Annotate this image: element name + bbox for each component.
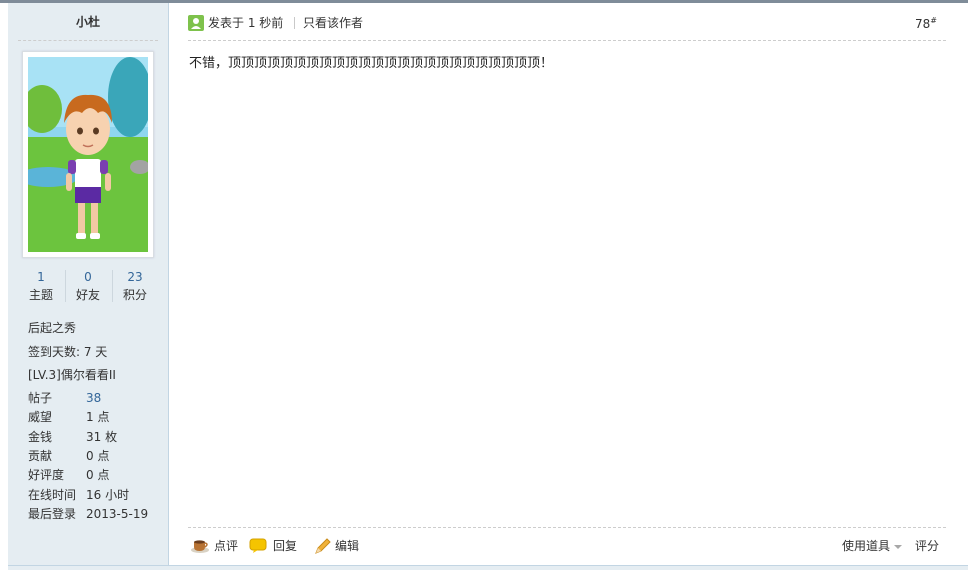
caret-down-icon — [894, 544, 903, 549]
avatar[interactable] — [22, 51, 154, 258]
floor-number[interactable]: 78# — [915, 16, 937, 31]
detail-value: 0 点 — [86, 468, 110, 482]
floor-mark: # — [930, 16, 937, 25]
edit-button[interactable]: 编辑 — [314, 537, 366, 555]
detail-value[interactable]: 38 — [86, 391, 101, 405]
stat-points-value: 23 — [127, 270, 143, 284]
stat-friends[interactable]: 0 好友 — [65, 268, 111, 304]
detail-key: 好评度 — [28, 468, 65, 482]
reply-label: 回复 — [273, 539, 298, 553]
floor-number-value: 78 — [915, 17, 931, 31]
checkin-days: 签到天数: 7 天 — [28, 345, 108, 359]
reply-button[interactable]: 回复 — [249, 537, 301, 555]
detail-posts: 帖子 38 — [28, 389, 101, 406]
stat-points-label: 积分 — [122, 288, 147, 302]
stat-friends-value: 0 — [84, 270, 92, 284]
detail-last-login: 最后登录 2013-5-19 — [28, 505, 148, 522]
detail-value: 31 枚 — [86, 430, 118, 444]
rate-button[interactable]: 评分 — [915, 537, 939, 555]
detail-key: 最后登录 — [28, 507, 77, 521]
bottom-border — [8, 565, 968, 570]
divider — [188, 40, 946, 41]
detail-key: 在线时间 — [28, 488, 77, 502]
detail-key: 威望 — [28, 410, 53, 424]
author-sidebar: 小杜 1 主题 0 好友 23 积分 后起之秀 签到天数: 7 天 [LV.3]… — [8, 3, 169, 565]
post-time: 发表于 1 秒前 — [208, 16, 284, 30]
only-author-link[interactable]: 只看该作者 — [303, 15, 363, 31]
post-content: 不错，顶顶顶顶顶顶顶顶顶顶顶顶顶顶顶顶顶顶顶顶顶顶顶顶！ — [189, 56, 554, 71]
author-name[interactable]: 小杜 — [8, 3, 168, 39]
stat-threads[interactable]: 1 主题 — [18, 268, 64, 304]
detail-key: 金钱 — [28, 430, 53, 444]
stat-friends-label: 好友 — [75, 288, 100, 302]
stat-points[interactable]: 23 积分 — [112, 268, 158, 304]
divider — [294, 17, 295, 29]
detail-value: 2013-5-19 — [86, 507, 149, 521]
detail-value: 16 小时 — [86, 488, 130, 502]
detail-value: 0 点 — [86, 449, 110, 463]
pencil-icon — [314, 538, 332, 559]
comment-button[interactable]: 点评 — [190, 537, 242, 555]
edit-label: 编辑 — [335, 539, 360, 553]
detail-value: 1 点 — [86, 410, 110, 424]
divider — [18, 40, 158, 41]
detail-contribution: 贡献 0 点 — [28, 447, 109, 464]
user-rank[interactable]: 后起之秀 — [28, 319, 76, 336]
detail-key: 贡献 — [28, 449, 53, 463]
detail-key: 帖子 — [28, 391, 53, 405]
detail-rating: 好评度 0 点 — [28, 466, 109, 483]
speech-bubble-icon — [249, 538, 267, 559]
stat-threads-label: 主题 — [28, 288, 53, 302]
comment-label: 点评 — [214, 539, 239, 553]
divider — [188, 527, 946, 528]
detail-online-time: 在线时间 16 小时 — [28, 486, 129, 503]
user-online-icon — [188, 15, 204, 31]
use-tools-menu[interactable]: 使用道具 — [842, 537, 903, 555]
author-stats: 1 主题 0 好友 23 积分 — [18, 268, 158, 304]
use-tools-label: 使用道具 — [842, 539, 891, 553]
user-level: [LV.3]偶尔看看II — [28, 368, 116, 382]
detail-prestige: 威望 1 点 — [28, 408, 109, 425]
stat-threads-value: 1 — [37, 270, 45, 284]
post-header: 发表于 1 秒前 只看该作者 78# — [188, 14, 948, 32]
coffee-cup-icon — [190, 538, 210, 559]
detail-money: 金钱 31 枚 — [28, 428, 117, 445]
avatar-image — [28, 57, 148, 252]
